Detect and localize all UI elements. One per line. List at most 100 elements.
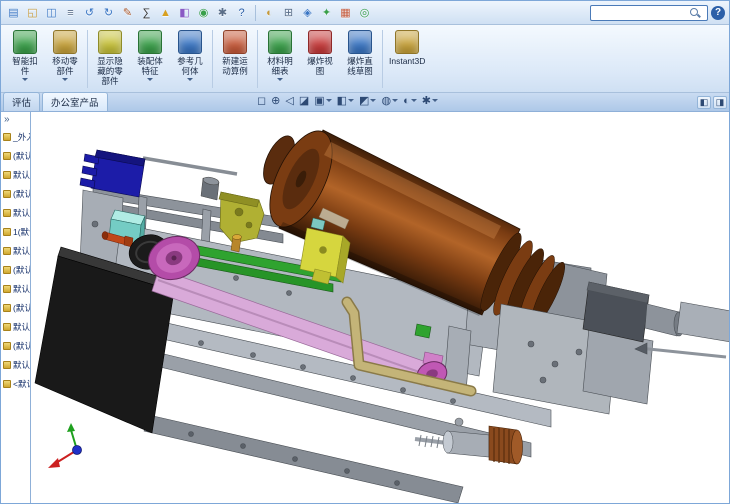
bill-of-materials-icon <box>268 30 292 54</box>
ribbon-label: 何体 <box>181 66 199 76</box>
edit-appearance-icon[interactable]: ◍ <box>381 94 399 107</box>
assembly-visualization-icon[interactable]: ▦ <box>337 4 354 21</box>
zoom-area-icon[interactable]: ⊕ <box>271 94 280 107</box>
feature-tree-item-label: 默认人 <box>13 283 30 294</box>
feature-tree-item[interactable]: 1(默认 <box>1 222 30 241</box>
ribbon-label: 智能扣 <box>12 56 38 66</box>
move-component-button[interactable]: 移动零 部件 <box>45 27 85 91</box>
feature-tree-item[interactable]: _外入 <box>1 127 30 146</box>
part-icon <box>3 189 11 198</box>
part-icon <box>3 265 11 274</box>
performance-icon[interactable]: ◎ <box>356 4 373 21</box>
feature-tree-item[interactable]: 默认人 <box>1 279 30 298</box>
view-orientation-icon[interactable]: ▣ <box>314 94 332 107</box>
feature-manager-tree[interactable]: » _外入 (默认< 默认 人 (默认 < 默认人 1(默认 默认 人 (默认<… <box>1 112 31 503</box>
part-icon <box>3 341 11 350</box>
toolbar-separator <box>255 4 256 21</box>
feature-tree-item[interactable]: <默认 <box>1 374 30 393</box>
options-icon[interactable]: ✱ <box>214 4 231 21</box>
dropdown-caret-icon <box>348 99 355 102</box>
gray-cylinder-small[interactable] <box>200 176 220 201</box>
ribbon-label: 材料明 <box>267 56 293 66</box>
feature-tree-item[interactable]: (默认 <box>1 336 30 355</box>
new-motion-study-button[interactable]: 新建运 动算例 <box>215 27 255 91</box>
section-properties-icon[interactable]: ◈ <box>299 4 316 21</box>
graphics-viewport[interactable] <box>31 112 729 503</box>
tab-evaluate[interactable]: 评估 <box>3 92 41 111</box>
feature-tree-item[interactable]: (默认 < <box>1 298 30 317</box>
bolt-head[interactable] <box>454 417 464 427</box>
open-icon[interactable]: ◱ <box>24 4 41 21</box>
undo-icon[interactable]: ↺ <box>81 4 98 21</box>
ribbon-separator <box>257 30 258 88</box>
save-icon[interactable]: ◫ <box>43 4 60 21</box>
section-view-icon[interactable]: ◪ <box>299 94 309 107</box>
pane-toggle-left-button[interactable]: ◧ <box>697 96 711 109</box>
glyph: ◐ <box>403 94 410 107</box>
part-icon <box>3 227 11 236</box>
feature-tree-item-label: 默认 人 <box>13 245 30 256</box>
part-icon <box>3 284 11 293</box>
ribbon-label: 爆炸视 <box>307 56 333 66</box>
question-icon[interactable]: ? <box>233 4 250 21</box>
feature-tree-item[interactable]: (默认 < <box>1 184 30 203</box>
appearance-icon[interactable]: ◧ <box>176 4 193 21</box>
measure-icon[interactable]: ◐ <box>261 4 278 21</box>
zoom-fit-icon[interactable]: ◻ <box>257 94 266 107</box>
sketch-icon[interactable]: ✎ <box>119 4 136 21</box>
previous-view-icon[interactable]: ◁ <box>285 94 293 107</box>
feature-tree-item-label: 默认 人 <box>13 169 30 180</box>
equations-icon[interactable]: ∑ <box>138 4 155 21</box>
bill-of-materials-button[interactable]: 材料明 细表 <box>260 27 300 91</box>
rebuild-icon[interactable]: ◉ <box>195 4 212 21</box>
show-hidden-components-icon <box>98 30 122 54</box>
pane-toggle-right-button[interactable]: ◨ <box>713 96 727 109</box>
instant3d-button[interactable]: Instant3D <box>385 27 429 91</box>
feature-tree-item[interactable]: (默认< <box>1 260 30 279</box>
glyph: ◩ <box>359 95 370 107</box>
warning-icon[interactable]: ▲ <box>157 4 174 21</box>
feature-tree-item[interactable]: 默认 人 <box>1 241 30 260</box>
explode-line-sketch-button[interactable]: 爆炸直 线草图 <box>340 27 380 91</box>
part-icon <box>3 322 11 331</box>
new-document-icon[interactable]: ▤ <box>5 4 22 21</box>
dropdown-caret-icon <box>187 78 193 81</box>
help-icon[interactable]: ? <box>711 5 725 20</box>
glyph: ◻ <box>257 95 267 107</box>
apply-scene-icon[interactable]: ◐ <box>403 95 417 107</box>
dropdown-caret-icon <box>325 99 332 102</box>
smart-fasteners-button[interactable]: 智能扣件 <box>5 27 45 91</box>
feature-tree-item-label: (默认< <box>13 264 30 275</box>
show-hidden-components-button[interactable]: 显示隐 藏的零 部件 <box>90 27 130 91</box>
part-icon <box>3 132 11 141</box>
exploded-view-icon <box>308 30 332 54</box>
glyph: ✱ <box>421 95 431 107</box>
print-icon[interactable]: ≡ <box>62 4 79 21</box>
search-input[interactable] <box>593 7 689 18</box>
sensor-icon[interactable]: ✦ <box>318 4 335 21</box>
redo-icon[interactable]: ↻ <box>100 4 117 21</box>
feature-tree-item[interactable]: (默认< <box>1 146 30 165</box>
tab-office-products[interactable]: 办公室产品 <box>42 92 108 111</box>
assembly-features-button[interactable]: 装配体 特征 <box>130 27 170 91</box>
exploded-view-button[interactable]: 爆炸视图 <box>300 27 340 91</box>
feature-tree-item-label: 默认人 <box>13 207 30 218</box>
search-icon[interactable] <box>689 7 700 18</box>
feature-tree-item[interactable]: 默认人 <box>1 355 30 374</box>
ribbon-separator <box>382 30 383 88</box>
mass-properties-icon[interactable]: ⊞ <box>280 4 297 21</box>
feature-tree-item[interactable]: 默认人 <box>1 317 30 336</box>
model-viewport[interactable] <box>31 112 729 503</box>
ribbon-label: 显示隐 <box>97 56 123 66</box>
feature-tree-item[interactable]: 默认人 <box>1 203 30 222</box>
feature-tree-item[interactable]: 默认 人 <box>1 165 30 184</box>
ribbon-label: 藏的零 <box>97 66 123 76</box>
ribbon-label: 图 <box>315 66 325 76</box>
view-settings-icon[interactable]: ✱ <box>422 94 438 107</box>
reference-geometry-button[interactable]: 参考几 何体 <box>170 27 210 91</box>
feature-tree-item-label: 默认人 <box>13 321 30 332</box>
triad-z-axis <box>72 445 82 455</box>
hide-show-items-icon[interactable]: ◩ <box>359 94 377 107</box>
display-style-icon[interactable]: ◧ <box>337 94 355 107</box>
tree-collapse-chevron-icon[interactable]: » <box>1 112 30 127</box>
